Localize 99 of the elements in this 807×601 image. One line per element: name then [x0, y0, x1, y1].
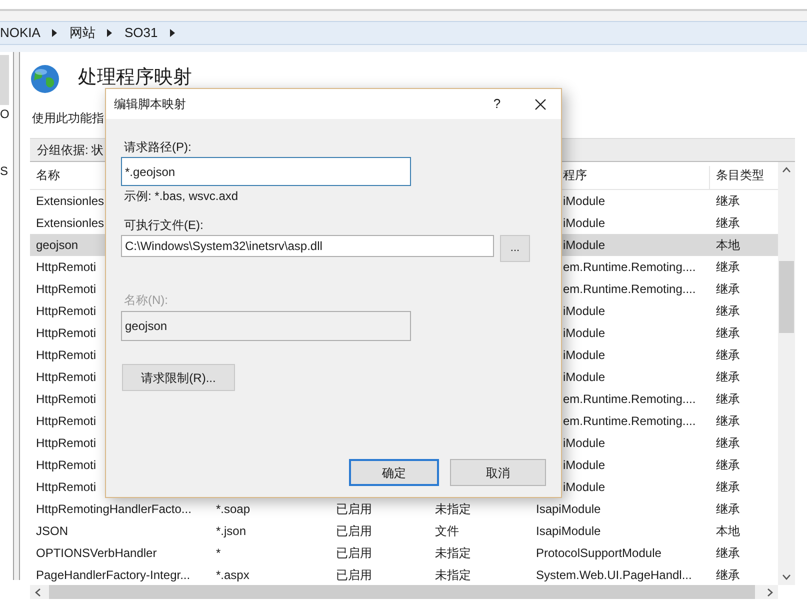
table-cell: em.Runtime.Remoting....	[563, 392, 696, 406]
table-cell: HttpRemoti	[36, 348, 96, 362]
table-cell: em.Runtime.Remoting....	[563, 260, 696, 274]
table-cell: geojson	[36, 238, 78, 252]
table-cell: System.Web.UI.PageHandl...	[536, 568, 692, 582]
pane-text: O	[0, 107, 10, 120]
table-cell: 本地	[716, 524, 740, 538]
table-cell: *.json	[216, 524, 246, 538]
example-text: 示例: *.bas, wsvc.axd	[124, 188, 240, 203]
table-cell: IsapiModule	[536, 524, 601, 538]
table-cell: ProtocolSupportModule	[536, 546, 662, 560]
field-label: 名称(N):	[124, 292, 169, 307]
breadcrumb-item[interactable]: SO31	[124, 23, 158, 43]
close-icon	[534, 98, 546, 110]
table-cell: iModule	[563, 238, 606, 252]
table-cell: HttpRemoti	[36, 326, 96, 340]
table-cell: 继承	[716, 414, 740, 428]
table-cell: iModule	[563, 304, 606, 318]
table-cell: iModule	[563, 458, 606, 472]
table-cell: 继承	[716, 370, 740, 384]
table-cell: 继承	[716, 194, 740, 208]
table-cell: HttpRemotingHandlerFacto...	[36, 502, 192, 516]
table-cell: 继承	[716, 216, 740, 230]
description-text: 使用此功能指	[32, 110, 105, 127]
scrollbar-thumb[interactable]	[779, 261, 794, 333]
field-label: 可执行文件(E):	[124, 217, 204, 232]
table-cell: 已启用	[336, 546, 372, 560]
table-cell: PageHandlerFactory-Integr...	[36, 568, 190, 582]
table-cell: HttpRemoti	[36, 480, 96, 494]
table-cell: em.Runtime.Remoting....	[563, 414, 696, 428]
breadcrumb-item[interactable]: NOKIA	[0, 23, 40, 43]
group-by-label: 分组依据: 状	[37, 142, 104, 159]
triangle-icon	[52, 29, 58, 37]
dialog-button[interactable]: 确定	[349, 459, 439, 486]
chevron-right-icon	[767, 588, 773, 596]
table-cell: 已启用	[336, 524, 372, 538]
table-cell: iModule	[563, 348, 606, 362]
table-cell: iModule	[563, 436, 606, 450]
table-cell: 继承	[716, 568, 740, 582]
table-cell: HttpRemoti	[36, 392, 96, 406]
chevron-down-icon	[782, 574, 791, 580]
table-cell: HttpRemoti	[36, 458, 96, 472]
table-cell: iModule	[563, 216, 606, 230]
help-button[interactable]: ?	[487, 94, 507, 114]
table-cell: em.Runtime.Remoting....	[563, 282, 696, 296]
table-cell: HttpRemoti	[36, 282, 96, 296]
table-cell: IsapiModule	[536, 502, 601, 516]
table-cell: 未指定	[435, 502, 471, 516]
pane-text: S	[0, 165, 10, 177]
table-cell: 继承	[716, 282, 740, 296]
table-cell: 未指定	[435, 568, 471, 582]
table-cell: OPTIONSVerbHandler	[36, 546, 157, 560]
table-cell: iModule	[563, 326, 606, 340]
table-cell: *	[216, 546, 221, 560]
table-cell: Extensionles	[36, 216, 104, 230]
chevron-left-icon	[35, 588, 41, 596]
table-cell: 已启用	[336, 502, 372, 516]
breadcrumb-item[interactable]: 网站	[69, 23, 96, 43]
table-cell: JSON	[36, 524, 68, 538]
triangle-icon	[107, 29, 112, 37]
table-cell: 继承	[716, 392, 740, 406]
field-label: 请求路径(P):	[124, 139, 192, 154]
table-cell: HttpRemoti	[36, 260, 96, 274]
browse-button[interactable]: ...	[500, 235, 530, 262]
selected-tree-item[interactable]	[0, 55, 10, 105]
table-cell: 继承	[716, 458, 740, 472]
table-cell: 继承	[716, 260, 740, 274]
column-header[interactable]: 条目类型	[710, 166, 778, 190]
table-cell: iModule	[563, 194, 606, 208]
dialog-button[interactable]: 取消	[450, 459, 546, 486]
table-cell: *.soap	[216, 502, 250, 516]
table-cell: iModule	[563, 370, 606, 384]
request-restrictions-button[interactable]: 请求限制(R)...	[122, 364, 235, 391]
table-cell: iModule	[563, 480, 606, 494]
page-title: 处理程序映射	[78, 66, 192, 90]
table-cell: 继承	[716, 502, 740, 516]
table-cell: 继承	[716, 436, 740, 450]
table-cell: 继承	[716, 480, 740, 494]
table-cell: 继承	[716, 326, 740, 340]
chevron-up-icon	[782, 167, 791, 173]
triangle-icon	[170, 29, 175, 37]
table-cell: Extensionles	[36, 194, 104, 208]
table-cell: 继承	[716, 546, 740, 560]
table-cell: 继承	[716, 304, 740, 318]
table-cell: *.aspx	[216, 568, 250, 582]
text-field[interactable]: C:\Windows\System32\inetsrv\asp.dll	[121, 235, 494, 257]
table-cell: 未指定	[435, 546, 471, 560]
table-cell: 已启用	[336, 568, 372, 582]
table-cell: HttpRemoti	[36, 304, 96, 318]
globe-icon	[30, 64, 60, 94]
table-cell: HttpRemoti	[36, 370, 96, 384]
dialog-title: 编辑脚本映射	[114, 96, 187, 113]
text-field[interactable]: *.geojson	[121, 157, 411, 186]
table-cell: 本地	[716, 238, 740, 252]
table-cell: 文件	[435, 524, 459, 538]
table-cell: HttpRemoti	[36, 436, 96, 450]
table-cell: HttpRemoti	[36, 414, 96, 428]
vertical-scrollbar[interactable]	[778, 162, 795, 585]
table-cell: 继承	[716, 348, 740, 362]
